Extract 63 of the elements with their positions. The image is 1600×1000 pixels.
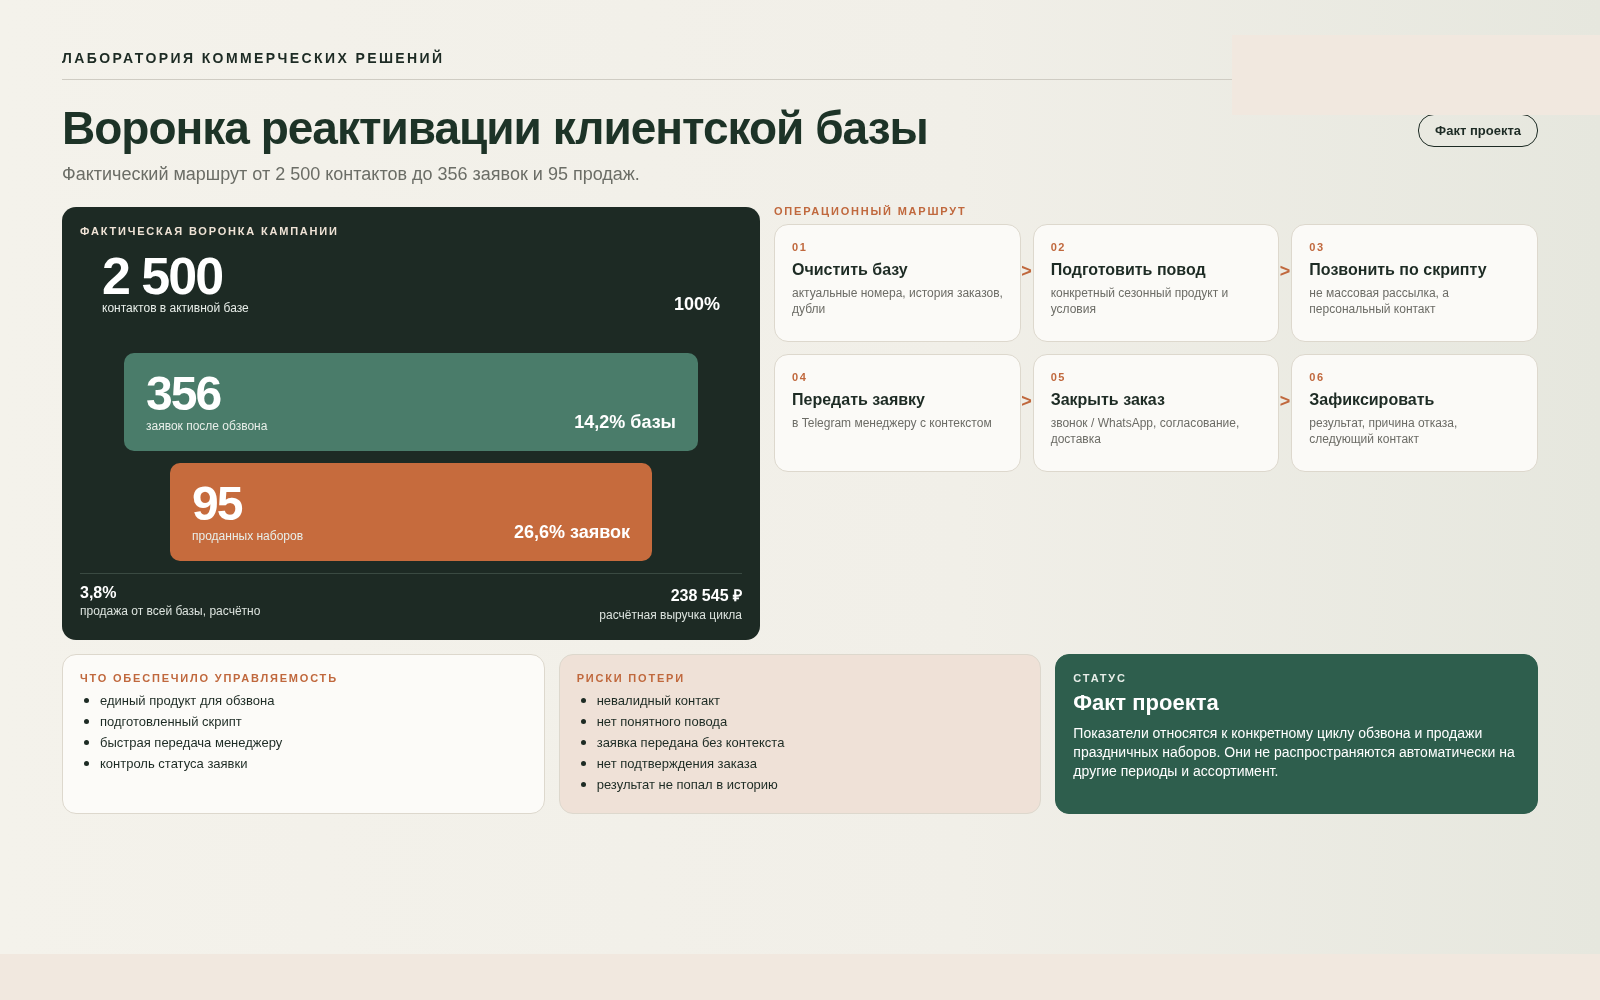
total-label: расчётная выручка цикла [599, 608, 742, 622]
stage-share: 100% [673, 294, 720, 315]
stage-label: контактов в активной базе [102, 301, 249, 315]
route-title: ОПЕРАЦИОННЫЙ МАРШРУТ [774, 205, 968, 217]
bullet-icon [580, 698, 586, 703]
arrow-icon: > [1279, 261, 1291, 281]
step-title: Позвонить по скрипту [1309, 261, 1488, 279]
step-text: конкретный сезонный продукт и условия [1050, 285, 1230, 317]
panel-title: РИСКИ ПОТЕРИ [576, 672, 686, 684]
list-item: подготовленный скрипт [100, 713, 242, 731]
funnel-title: ФАКТИЧЕСКАЯ ВОРОНКА КАМПАНИИ [80, 225, 340, 237]
bullet-icon [84, 719, 89, 724]
step-text: в Telegram менеджеру с контекстом [792, 415, 993, 431]
panel-text: Показатели относятся к конкретному циклу обзвона и продажи праздничных наборов. Они не распространяются автоматически на другие периоды и ассортимент. [1073, 724, 1516, 781]
panel-heading: Факт проекта [1073, 690, 1220, 716]
stage-value: 2 500 [102, 251, 224, 301]
bullet-icon [580, 761, 586, 766]
step-title: Подготовить повод [1050, 261, 1207, 279]
list-item: нет подтверждения заказа [596, 755, 757, 773]
step-text: результат, причина отказа, следующий контакт [1309, 415, 1459, 447]
panel-title: ЧТО ОБЕСПЕЧИЛО УПРАВЛЯЕМОСТЬ [80, 672, 339, 684]
total-label: продажа от всей базы, расчётно [80, 604, 261, 618]
stage-share: 26,6% заявок [513, 522, 630, 543]
bullet-icon [580, 740, 586, 745]
step-number: 05 [1050, 371, 1068, 383]
list-item: контроль статуса заявки [100, 755, 248, 773]
arrow-icon: > [1279, 391, 1291, 411]
total-value: 238 545 ₽ [669, 586, 742, 606]
list-item: единый продукт для обзвона [100, 692, 275, 710]
arrow-icon: > [1021, 261, 1032, 281]
step-number: 04 [792, 371, 809, 383]
lab-name: ЛАБОРАТОРИЯ КОММЕРЧЕСКИХ РЕШЕНИЙ [62, 50, 446, 66]
arrow-icon: > [1021, 391, 1032, 411]
step-number: 02 [1050, 241, 1068, 253]
step-number: 01 [792, 241, 809, 253]
bullet-icon [580, 782, 586, 787]
step-title: Очистить базу [792, 261, 909, 279]
total-value: 3,8% [80, 584, 118, 602]
step-title: Передать заявку [792, 391, 926, 409]
step-number: 06 [1309, 371, 1326, 383]
panel-title: СТАТУС [1073, 672, 1128, 684]
stage-label: проданных наборов [192, 529, 304, 543]
page-title: Воронка реактивации клиентской базы [62, 101, 928, 156]
list-item: результат не попал в историю [596, 776, 778, 794]
step-text: не массовая рассылка, а персональный контакт [1309, 285, 1450, 317]
list-item: заявка передана без контекста [596, 734, 785, 752]
bullet-icon [580, 719, 586, 724]
list-item: быстрая передача менеджеру [100, 734, 283, 752]
page-subtitle: Фактический маршрут от 2 500 контактов до 356 заявок и 95 продаж. [62, 164, 641, 185]
bullet-icon [84, 698, 89, 703]
stage-share: 14,2% базы [574, 412, 676, 433]
stage-value: 356 [146, 369, 222, 419]
step-title: Закрыть заказ [1050, 391, 1166, 409]
step-text: актуальные номера, история заказов, дубли [792, 285, 1004, 317]
step-title: Зафиксировать [1309, 391, 1436, 409]
bullet-icon [84, 761, 89, 766]
stage-value: 95 [192, 479, 243, 529]
list-item: нет понятного повода [596, 713, 728, 731]
stage-label: заявок после обзвона [146, 419, 268, 433]
step-number: 03 [1309, 241, 1326, 253]
bullet-icon [84, 740, 89, 745]
step-text: звонок / WhatsApp, согласование, доставка [1050, 415, 1241, 447]
list-item: невалидный контакт [596, 692, 720, 710]
